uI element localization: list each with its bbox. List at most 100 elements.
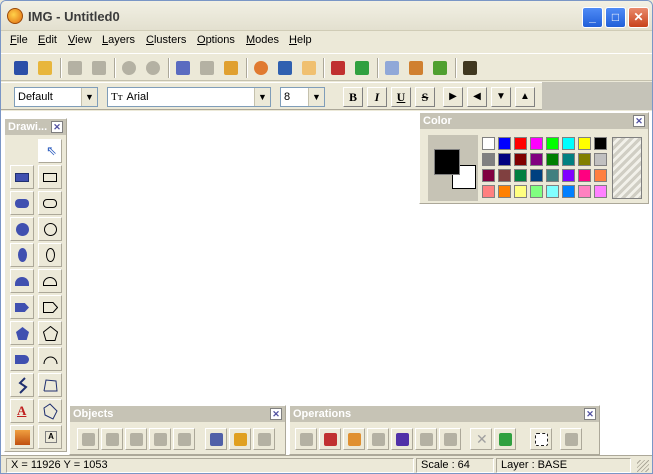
- palette-swatch[interactable]: [546, 137, 559, 150]
- save-button[interactable]: [11, 58, 31, 78]
- palette-swatch[interactable]: [546, 169, 559, 182]
- align-top-button[interactable]: ▲: [515, 87, 535, 107]
- palette-swatch[interactable]: [514, 153, 527, 166]
- image-tool[interactable]: [10, 425, 34, 449]
- object-info-button[interactable]: [205, 428, 227, 450]
- layers-button[interactable]: [460, 58, 480, 78]
- palette-swatch[interactable]: [482, 153, 495, 166]
- cut-button[interactable]: [65, 58, 85, 78]
- hand-button[interactable]: [299, 58, 319, 78]
- op-scatter-button[interactable]: [367, 428, 389, 450]
- strikethrough-button[interactable]: S: [415, 87, 435, 107]
- chord-tool[interactable]: [38, 269, 62, 293]
- object-group-button[interactable]: [77, 428, 99, 450]
- redo-button[interactable]: [143, 58, 163, 78]
- paste-button[interactable]: [89, 58, 109, 78]
- palette-swatch[interactable]: [594, 153, 607, 166]
- palette-swatch[interactable]: [482, 185, 495, 198]
- menu-layers[interactable]: Layers: [102, 34, 135, 46]
- palette-swatch[interactable]: [578, 169, 591, 182]
- op-morph-button[interactable]: [391, 428, 413, 450]
- palette-swatch[interactable]: [530, 185, 543, 198]
- foreground-color-swatch[interactable]: [434, 149, 460, 175]
- menu-edit[interactable]: Edit: [38, 34, 57, 46]
- filled-roundrect-tool[interactable]: [10, 191, 34, 215]
- palette-swatch[interactable]: [562, 169, 575, 182]
- operations-panel-close-button[interactable]: ✕: [584, 408, 596, 420]
- op-copy-button[interactable]: [343, 428, 365, 450]
- filled-ellipse-tool[interactable]: [10, 243, 34, 267]
- object-combine-button[interactable]: [125, 428, 147, 450]
- bracket-tool[interactable]: [10, 347, 34, 371]
- op-send-back-button[interactable]: [439, 428, 461, 450]
- palette-swatch[interactable]: [562, 153, 575, 166]
- object-arrange-button[interactable]: [173, 428, 195, 450]
- palette-swatch[interactable]: [562, 185, 575, 198]
- menu-clusters[interactable]: Clusters: [146, 34, 186, 46]
- palette-swatch[interactable]: [546, 185, 559, 198]
- palette-swatch[interactable]: [482, 169, 495, 182]
- open-button[interactable]: [35, 58, 55, 78]
- palette-swatch[interactable]: [514, 185, 527, 198]
- color-panel-close-button[interactable]: ✕: [633, 115, 645, 127]
- palette-swatch[interactable]: [498, 137, 511, 150]
- objects-panel-close-button[interactable]: ✕: [270, 408, 282, 420]
- op-select-all-button[interactable]: [530, 428, 552, 450]
- palette-swatch[interactable]: [594, 169, 607, 182]
- menu-file[interactable]: File: [10, 34, 28, 46]
- rect-tool[interactable]: [38, 165, 62, 189]
- align-left-button[interactable]: ▶: [443, 87, 463, 107]
- object-hide-button[interactable]: [253, 428, 275, 450]
- undo-button[interactable]: [119, 58, 139, 78]
- label-tool[interactable]: A: [38, 425, 62, 449]
- palette-swatch[interactable]: [578, 185, 591, 198]
- tool-button-gray[interactable]: [197, 58, 217, 78]
- object-ungroup-button[interactable]: [101, 428, 123, 450]
- minimize-button[interactable]: _: [582, 7, 603, 28]
- palette-swatch[interactable]: [498, 169, 511, 182]
- circle-tool[interactable]: [38, 217, 62, 241]
- op-rotate-button[interactable]: [295, 428, 317, 450]
- filled-polygon-tool[interactable]: [10, 321, 34, 345]
- style-select[interactable]: Default ▼: [14, 87, 98, 107]
- brush-button[interactable]: [275, 58, 295, 78]
- palette-swatch[interactable]: [546, 153, 559, 166]
- close-button[interactable]: ✕: [628, 7, 649, 28]
- filled-chord-tool[interactable]: [10, 269, 34, 293]
- import-button[interactable]: [221, 58, 241, 78]
- text-tool[interactable]: A: [10, 399, 34, 423]
- palette-swatch[interactable]: [498, 185, 511, 198]
- menu-help[interactable]: Help: [289, 34, 312, 46]
- filled-circle-tool[interactable]: [10, 217, 34, 241]
- ellipse-tool[interactable]: [38, 243, 62, 267]
- roundrect-tool[interactable]: [38, 191, 62, 215]
- transparent-color-swatch[interactable]: [612, 137, 642, 199]
- palette-swatch[interactable]: [514, 169, 527, 182]
- palette-swatch[interactable]: [498, 153, 511, 166]
- palette-swatch[interactable]: [578, 137, 591, 150]
- polyline-tool[interactable]: [38, 373, 62, 397]
- arc-tool[interactable]: [38, 347, 62, 371]
- point-edit-tool[interactable]: [38, 399, 62, 423]
- menu-options[interactable]: Options: [197, 34, 235, 46]
- drawing-panel-close-button[interactable]: ✕: [51, 121, 63, 133]
- chart-button[interactable]: [173, 58, 193, 78]
- op-bring-front-button[interactable]: [415, 428, 437, 450]
- palette-swatch[interactable]: [530, 153, 543, 166]
- op-delete-button[interactable]: ✕: [470, 428, 492, 450]
- refresh-button[interactable]: [430, 58, 450, 78]
- filled-rect-tool[interactable]: [10, 165, 34, 189]
- image-button[interactable]: [406, 58, 426, 78]
- bucket-button[interactable]: [328, 58, 348, 78]
- align-right-button[interactable]: ◀: [467, 87, 487, 107]
- palette-swatch[interactable]: [530, 137, 543, 150]
- underline-button[interactable]: U: [391, 87, 411, 107]
- op-pick-button[interactable]: [319, 428, 341, 450]
- resize-grip[interactable]: [637, 460, 649, 472]
- palette-swatch[interactable]: [562, 137, 575, 150]
- select-tool[interactable]: ⇖: [38, 139, 62, 163]
- palette-swatch[interactable]: [578, 153, 591, 166]
- menu-view[interactable]: View: [68, 34, 92, 46]
- font-select[interactable]: Tт Arial ▼: [107, 87, 271, 107]
- op-properties-button[interactable]: [560, 428, 582, 450]
